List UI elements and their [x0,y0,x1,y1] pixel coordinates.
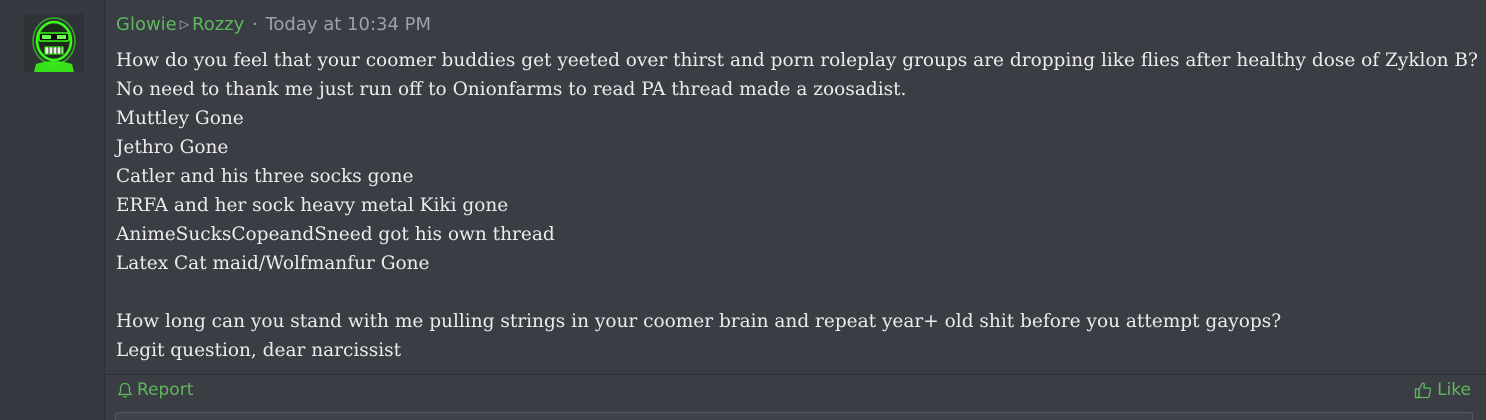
message-line: Catler and his three socks gone [116,166,414,187]
message-line: No need to thank me just run off to Onio… [116,79,907,100]
reply-input[interactable] [115,412,1473,420]
report-button[interactable]: Report [117,380,193,400]
post-meta: Glowie ▷ Rozzy · Today at 10:34 PM [116,13,431,38]
message-line: Legit question, dear narcissist [116,340,402,361]
message-line: How long can you stand with me pulling s… [116,311,1282,332]
skull-avatar-icon [24,14,84,72]
post-timestamp[interactable]: Today at 10:34 PM [265,14,431,35]
message-line: How do you feel that your coomer buddies… [116,50,1478,71]
like-button[interactable]: Like [1414,380,1471,400]
post-footer: Report Like [105,375,1486,420]
post-container: Glowie ▷ Rozzy · Today at 10:34 PM How do … [105,0,1486,420]
avatar[interactable] [24,14,84,72]
post-body: How do you feel that your coomer buddies… [116,46,1478,365]
message-line: AnimeSucksCopeandSneed got his own threa… [116,224,555,245]
play-arrow-icon: ▷ [179,17,189,31]
profile-post-frame: Glowie ▷ Rozzy · Today at 10:34 PM How do … [0,0,1486,420]
message-line: Muttley Gone [116,108,244,129]
recipient-link[interactable]: Rozzy [192,14,244,35]
bell-icon [117,382,133,398]
like-label: Like [1437,380,1471,400]
message-line: Latex Cat maid/Wolfmanfur Gone [116,253,430,274]
author-link[interactable]: Glowie [116,14,177,35]
report-label: Report [137,380,194,400]
meta-separator: · [252,14,258,35]
thumbs-up-icon [1414,382,1432,399]
avatar-gutter [0,0,105,420]
message-line: ERFA and her sock heavy metal Kiki gone [116,195,509,216]
message-line: Jethro Gone [116,137,229,158]
